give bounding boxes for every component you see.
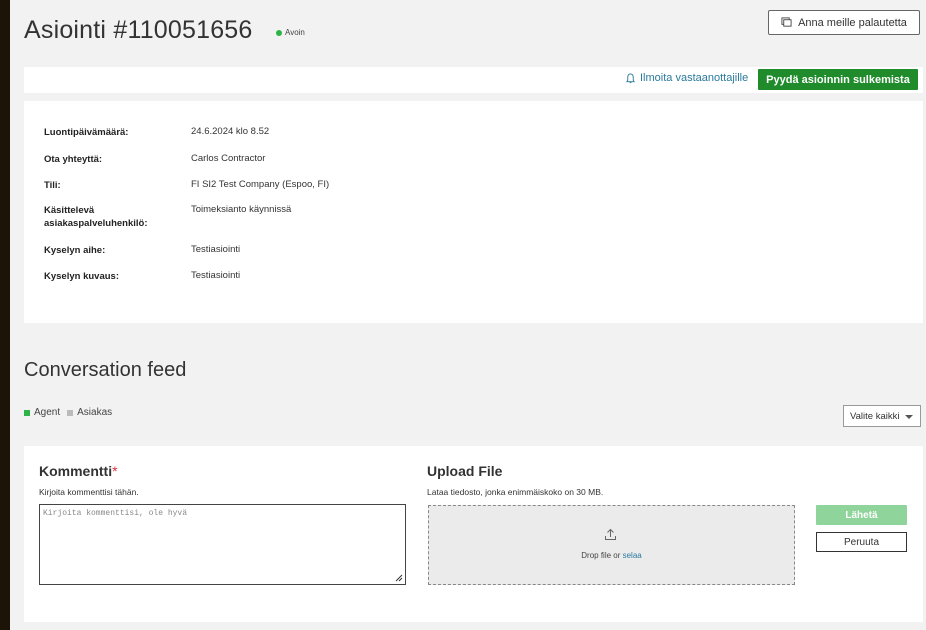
agent-legend-square-icon bbox=[24, 409, 30, 416]
conversation-feed-title: Conversation feed bbox=[24, 359, 187, 381]
bell-icon bbox=[625, 72, 636, 83]
detail-label: Ota yhteyttä: bbox=[44, 154, 103, 165]
status-badge: Avoin bbox=[276, 28, 305, 37]
comment-form: Kommentti* Kirjoita kommenttisi tähän. K… bbox=[24, 446, 923, 622]
filter-select[interactable]: Valite kaikki bbox=[843, 405, 921, 427]
upload-title: Upload File bbox=[427, 463, 503, 479]
comment-help-text: Kirjoita kommenttisi tähän. bbox=[39, 487, 139, 497]
detail-value: Carlos Contractor bbox=[191, 153, 266, 164]
comment-placeholder: Kirjoita kommenttisi, ole hyvä bbox=[43, 509, 188, 518]
chevron-down-icon bbox=[905, 415, 914, 419]
feedback-button[interactable]: Anna meille palautetta bbox=[768, 10, 920, 35]
detail-value: 24.6.2024 klo 8.52 bbox=[191, 126, 270, 137]
filter-select-label: Valite kaikki bbox=[850, 410, 900, 422]
action-bar: Ilmoita vastaanottajille Pyydä asioinnin… bbox=[24, 67, 923, 93]
detail-value: FI SI2 Test Company (Espoo, FI) bbox=[191, 179, 330, 190]
comment-title: Kommentti* bbox=[39, 463, 118, 479]
comment-textarea[interactable]: Kirjoita kommenttisi, ole hyvä bbox=[39, 504, 406, 585]
cancel-button[interactable]: Peruuta bbox=[816, 532, 907, 552]
feedback-icon bbox=[781, 17, 792, 27]
detail-label: Luontipäivämäärä: bbox=[44, 127, 129, 138]
detail-label: Tili: bbox=[44, 180, 61, 191]
legend-agent-label: Agent bbox=[34, 407, 61, 418]
notify-label: Ilmoita vastaanottajille bbox=[640, 72, 749, 84]
detail-value: Toimeksianto käynnissä bbox=[191, 204, 292, 215]
customer-legend-square-icon bbox=[67, 409, 74, 416]
resize-handle-icon[interactable] bbox=[395, 574, 403, 582]
detail-label: Kyselyn aihe: bbox=[44, 245, 106, 256]
conversation-legend: Agent Asiakas bbox=[24, 407, 112, 418]
browse-link[interactable]: selaa bbox=[623, 551, 642, 560]
detail-value: Testiasiointi bbox=[191, 270, 241, 281]
detail-label: Käsittelevä asiakaspalveluhenkilö: bbox=[44, 205, 148, 229]
file-drop-zone[interactable]: Drop file or selaa bbox=[428, 505, 795, 585]
details-panel: Luontipäivämäärä: 24.6.2024 klo 8.52 Ota… bbox=[24, 101, 923, 323]
status-dot-icon bbox=[276, 29, 282, 36]
notify-recipients-link[interactable]: Ilmoita vastaanottajille bbox=[625, 72, 748, 84]
comment-title-label: Kommentti bbox=[39, 463, 113, 479]
feedback-button-label: Anna meille palautetta bbox=[798, 16, 907, 29]
page: Asiointi #110051656 Avoin Anna meille pa… bbox=[10, 0, 926, 630]
upload-help-text: Lataa tiedosto, jonka enimmäiskoko on 30… bbox=[427, 487, 604, 497]
request-close-button[interactable]: Pyydä asioinnin sulkemista bbox=[758, 69, 918, 90]
upload-icon bbox=[605, 528, 616, 540]
send-button[interactable]: Lähetä bbox=[816, 505, 907, 525]
detail-value: Testiasiointi bbox=[191, 244, 241, 255]
status-label: Avoin bbox=[285, 28, 305, 37]
legend-customer-label: Asiakas bbox=[77, 407, 113, 418]
drop-label: Drop file or bbox=[581, 551, 621, 560]
detail-label: Kyselyn kuvaus: bbox=[44, 271, 119, 282]
required-mark: * bbox=[112, 463, 118, 479]
page-title: Asiointi #110051656 bbox=[24, 16, 253, 44]
drop-text: Drop file or selaa bbox=[429, 551, 794, 560]
